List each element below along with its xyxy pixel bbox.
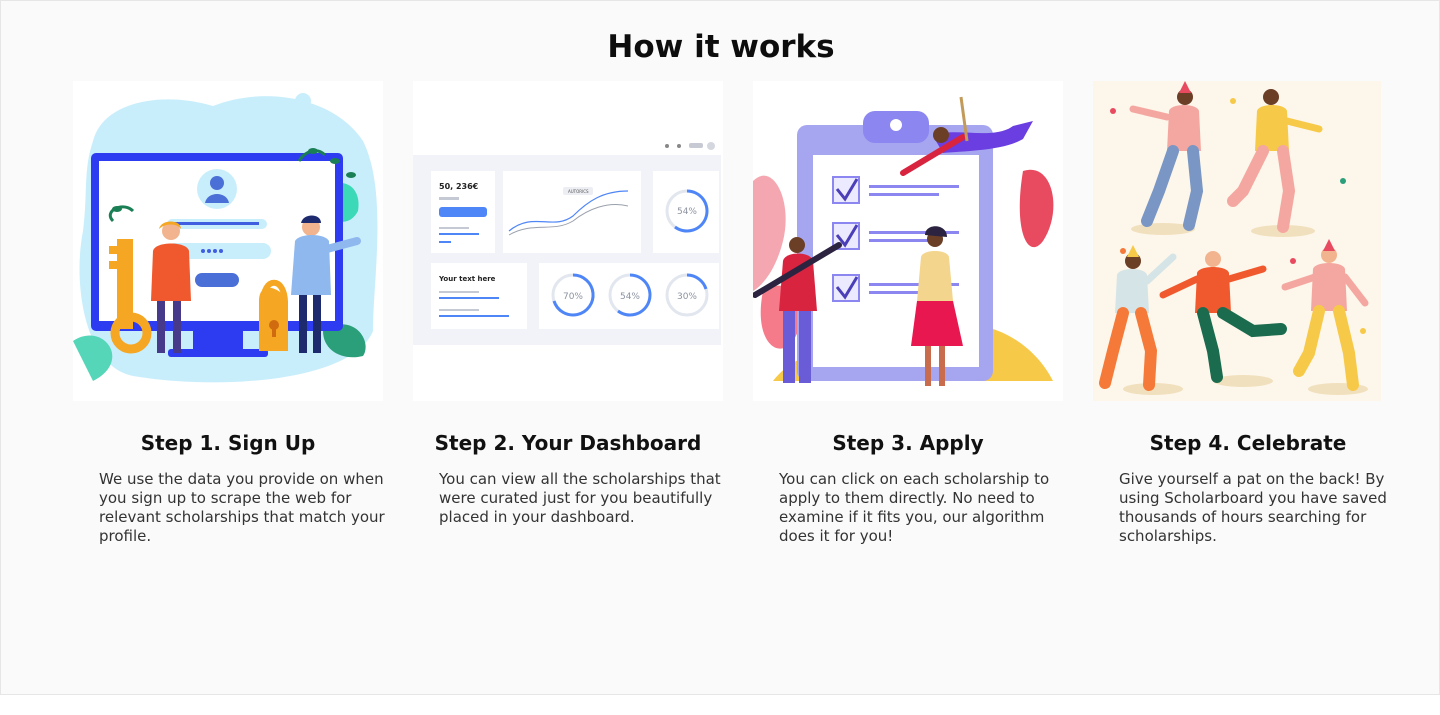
gauge-value-2: 54% bbox=[620, 292, 640, 302]
step-title: Step 2. Your Dashboard bbox=[434, 431, 702, 455]
gauge-value-3: 30% bbox=[677, 292, 697, 302]
step-title: Step 4. Celebrate bbox=[1149, 431, 1347, 455]
gauge-value-1: 70% bbox=[563, 292, 583, 302]
apply-checklist-illustration bbox=[753, 81, 1063, 401]
step-description: You can view all the scholarships that w… bbox=[439, 470, 721, 526]
celebrate-dancing-illustration bbox=[1093, 81, 1403, 401]
sign-up-illustration bbox=[73, 81, 383, 401]
dashboard-illustration: 50, 236€ AUTORICS 54% Your text here 70%… bbox=[413, 81, 723, 401]
how-it-works-section: How it works Step 1. Sign Up We use the … bbox=[0, 0, 1440, 695]
step-title: Step 3. Apply bbox=[832, 431, 984, 455]
chart-chip: AUTORICS bbox=[568, 189, 589, 194]
step-description: You can click on each scholarship to app… bbox=[779, 470, 1050, 545]
step-title: Step 1. Sign Up bbox=[140, 431, 316, 455]
section-title: How it works bbox=[607, 29, 835, 65]
gauge-main-value: 54% bbox=[677, 207, 697, 217]
panel-title: Your text here bbox=[438, 275, 496, 283]
step-description: We use the data you provide on when you … bbox=[99, 470, 385, 545]
stat-value: 50, 236€ bbox=[439, 182, 479, 191]
step-description: Give yourself a pat on the back! By usin… bbox=[1119, 470, 1387, 545]
